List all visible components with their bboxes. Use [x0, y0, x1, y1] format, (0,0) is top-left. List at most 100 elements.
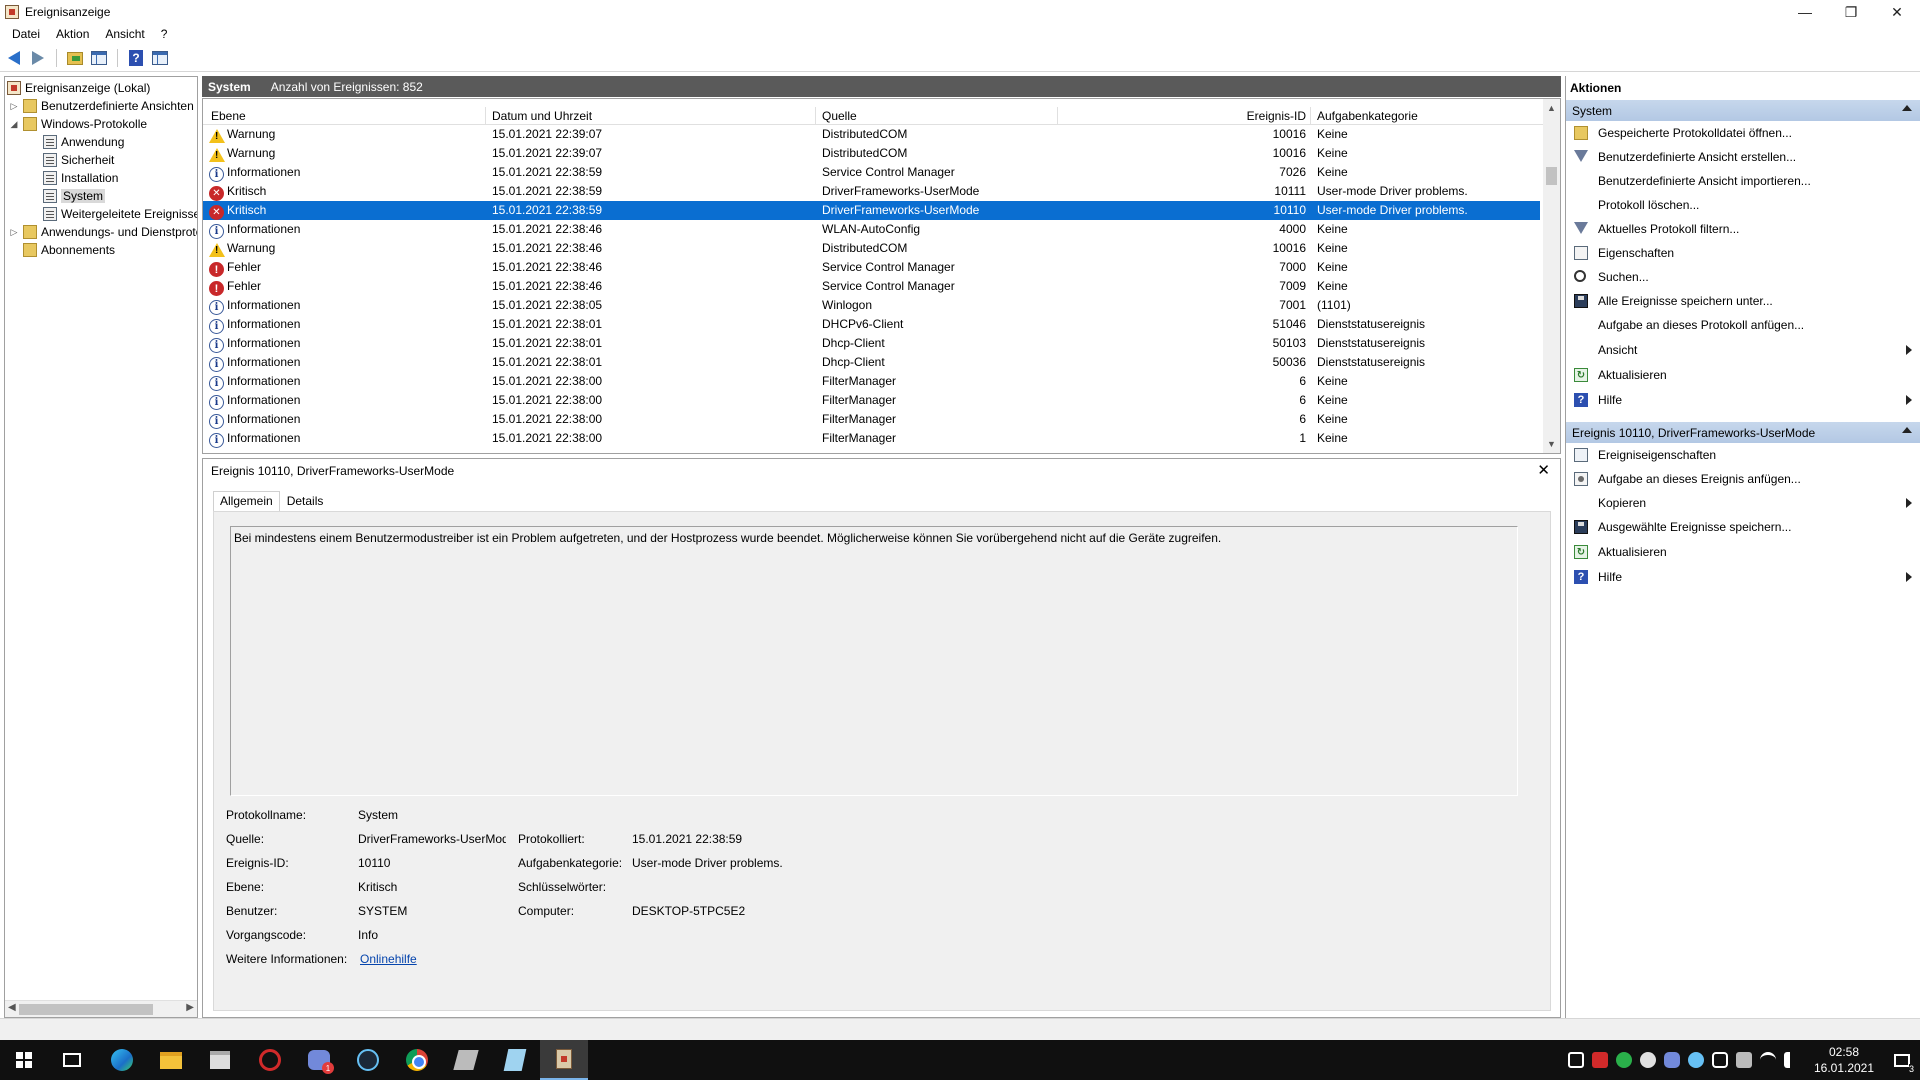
table-row[interactable]: i Informationen 15.01.2021 22:38:00 FilterM…: [203, 429, 1540, 448]
tree-horizontal-scrollbar[interactable]: ◀ ▶: [5, 1000, 197, 1017]
taskbar-explorer[interactable]: [147, 1040, 195, 1080]
actions-section-event[interactable]: Ereignis 10110, DriverFrameworks-UserMod…: [1566, 422, 1920, 443]
tree-item-installation[interactable]: Installation: [43, 169, 118, 187]
tray-steam-icon[interactable]: [1688, 1052, 1704, 1068]
table-row[interactable]: i Informationen 15.01.2021 22:38:01 Dhcp-Cl…: [203, 353, 1540, 372]
scroll-right-icon[interactable]: ▶: [186, 1002, 194, 1013]
taskbar-clock[interactable]: 02:58 16.01.2021: [1808, 1044, 1880, 1076]
tray-app-icon[interactable]: [1712, 1052, 1728, 1068]
show-hide-action-pane-button[interactable]: [150, 48, 170, 68]
forward-button[interactable]: [28, 48, 48, 68]
tray-discord-icon[interactable]: [1664, 1052, 1680, 1068]
chevron-right-icon[interactable]: ▷: [9, 227, 19, 238]
table-row[interactable]: i Informationen 15.01.2021 22:38:00 FilterM…: [203, 391, 1540, 410]
up-folder-button[interactable]: [65, 48, 85, 68]
scroll-up-icon[interactable]: ▲: [1547, 103, 1556, 113]
tree-item-custom-views[interactable]: ▷ Benutzerdefinierte Ansichten: [9, 97, 194, 115]
table-row[interactable]: i Informationen 15.01.2021 22:38:05 Winlogo…: [203, 296, 1540, 315]
tree-item-system[interactable]: System: [43, 187, 106, 205]
taskbar-app-red[interactable]: [246, 1040, 294, 1080]
column-header-level[interactable]: Ebene: [211, 109, 246, 123]
back-button[interactable]: [4, 48, 24, 68]
table-row[interactable]: Warnung 15.01.2021 22:38:46 DistributedCOM…: [203, 239, 1540, 258]
action-import-custom-view[interactable]: Benutzerdefinierte Ansicht importieren..…: [1566, 170, 1920, 192]
taskbar-steam[interactable]: [344, 1040, 392, 1080]
task-view-button[interactable]: [48, 1040, 96, 1080]
wifi-icon[interactable]: [1760, 1052, 1776, 1068]
table-row[interactable]: i Informationen 15.01.2021 22:38:00 FilterM…: [203, 372, 1540, 391]
maximize-button[interactable]: ❐: [1828, 0, 1874, 24]
scrollbar-thumb[interactable]: [1546, 167, 1557, 185]
action-refresh[interactable]: ↻ Aktualisieren: [1566, 364, 1920, 386]
column-header-datetime[interactable]: Datum und Uhrzeit: [492, 109, 592, 123]
tree-item-subscriptions[interactable]: Abonnements: [23, 241, 115, 259]
close-button[interactable]: ✕: [1874, 0, 1920, 24]
taskbar-store[interactable]: [196, 1040, 244, 1080]
tree-item-windows-logs[interactable]: ◢ Windows-Protokolle: [9, 115, 147, 133]
events-vertical-scrollbar[interactable]: ▲ ▼: [1543, 99, 1560, 453]
action-attach-task-event[interactable]: Aufgabe an dieses Ereignis anfügen...: [1566, 468, 1920, 490]
action-find[interactable]: Suchen...: [1566, 266, 1920, 288]
action-create-custom-view[interactable]: Benutzerdefinierte Ansicht erstellen...: [1566, 146, 1920, 168]
table-row[interactable]: ✕ Kritisch 15.01.2021 22:38:59 DriverFramew…: [203, 201, 1540, 220]
minimize-button[interactable]: —: [1782, 0, 1828, 24]
tray-monitor-icon[interactable]: [1568, 1052, 1584, 1068]
taskbar-event-viewer[interactable]: [540, 1040, 588, 1080]
tray-app-icon[interactable]: [1640, 1052, 1656, 1068]
tray-app-icon[interactable]: [1736, 1052, 1752, 1068]
scrollbar-thumb[interactable]: [19, 1004, 153, 1015]
action-properties[interactable]: Eigenschaften: [1566, 242, 1920, 264]
table-row[interactable]: i Informationen 15.01.2021 22:38:01 Dhcp-Cl…: [203, 334, 1540, 353]
menu-aktion[interactable]: Aktion: [48, 27, 97, 41]
table-row[interactable]: Warnung 15.01.2021 22:39:07 DistributedCOM…: [203, 144, 1540, 163]
table-row[interactable]: Warnung 15.01.2021 22:39:07 DistributedCOM…: [203, 125, 1540, 144]
chevron-right-icon[interactable]: ▷: [9, 101, 19, 112]
column-header-source[interactable]: Quelle: [822, 109, 857, 123]
action-event-properties[interactable]: Ereigniseigenschaften: [1566, 444, 1920, 466]
tab-allgemein[interactable]: Allgemein: [213, 491, 280, 511]
table-row[interactable]: ! Fehler 15.01.2021 22:38:46 Service Contro…: [203, 258, 1540, 277]
action-open-saved-log[interactable]: Gespeicherte Protokolldatei öffnen...: [1566, 122, 1920, 144]
column-divider[interactable]: [1057, 107, 1058, 125]
notification-center-button[interactable]: 3: [1884, 1040, 1920, 1080]
action-help[interactable]: ? Hilfe: [1566, 389, 1920, 411]
table-row[interactable]: i Informationen 15.01.2021 22:38:00 FilterM…: [203, 410, 1540, 429]
help-button[interactable]: ?: [126, 48, 146, 68]
table-row[interactable]: ! Fehler 15.01.2021 22:38:46 Service Contro…: [203, 277, 1540, 296]
action-attach-task-log[interactable]: Aufgabe an dieses Protokoll anfügen...: [1566, 314, 1920, 336]
action-filter-log[interactable]: Aktuelles Protokoll filtern...: [1566, 218, 1920, 240]
close-icon[interactable]: ✕: [1537, 461, 1550, 479]
action-help-event[interactable]: ? Hilfe: [1566, 566, 1920, 588]
tree-item-app-services[interactable]: ▷ Anwendungs- und Dienstprotokolle: [9, 223, 197, 241]
action-clear-log[interactable]: Protokoll löschen...: [1566, 194, 1920, 216]
start-button[interactable]: [0, 1040, 48, 1080]
taskbar-notepad[interactable]: [491, 1040, 539, 1080]
scroll-down-icon[interactable]: ▼: [1547, 439, 1556, 449]
collapse-icon[interactable]: [1902, 105, 1912, 111]
show-hide-tree-button[interactable]: [89, 48, 109, 68]
tree-item-forwarded-events[interactable]: Weitergeleitete Ereignisse: [43, 205, 197, 223]
action-refresh-event[interactable]: ↻ Aktualisieren: [1566, 541, 1920, 563]
taskbar-app-gray[interactable]: [442, 1040, 490, 1080]
taskbar-discord[interactable]: 1: [295, 1040, 343, 1080]
tree-item-root[interactable]: Ereignisanzeige (Lokal): [7, 79, 150, 97]
tab-details[interactable]: Details: [280, 491, 331, 511]
taskbar-edge[interactable]: [98, 1040, 146, 1080]
collapse-icon[interactable]: [1902, 427, 1912, 433]
menu-datei[interactable]: Datei: [4, 27, 48, 41]
table-row[interactable]: i Informationen 15.01.2021 22:38:59 Service…: [203, 163, 1540, 182]
column-divider[interactable]: [485, 107, 486, 125]
table-row[interactable]: ✕ Kritisch 15.01.2021 22:38:59 DriverFramew…: [203, 182, 1540, 201]
tray-red-app-icon[interactable]: [1592, 1052, 1608, 1068]
column-header-category[interactable]: Aufgabenkategorie: [1317, 109, 1418, 123]
column-divider[interactable]: [1310, 107, 1311, 125]
tree-item-anwendung[interactable]: Anwendung: [43, 133, 124, 151]
column-header-event-id[interactable]: Ereignis-ID: [1233, 109, 1306, 123]
scroll-left-icon[interactable]: ◀: [8, 1002, 16, 1013]
event-message[interactable]: Bei mindestens einem Benutzermodustreibe…: [230, 526, 1518, 796]
table-row[interactable]: i Informationen 15.01.2021 22:38:46 WLAN-Au…: [203, 220, 1540, 239]
column-divider[interactable]: [815, 107, 816, 125]
table-row[interactable]: i Informationen 15.01.2021 22:38:01 DHCPv6-…: [203, 315, 1540, 334]
action-save-selected-events[interactable]: Ausgewählte Ereignisse speichern...: [1566, 516, 1920, 538]
action-view[interactable]: Ansicht: [1566, 339, 1920, 361]
